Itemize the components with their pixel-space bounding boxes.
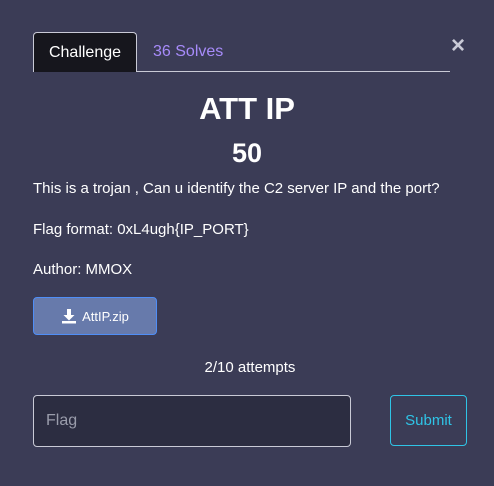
author-text: Author: MMOX [33, 261, 133, 278]
challenge-description: This is a trojan , Can u identify the C2… [33, 180, 440, 197]
tab-solves[interactable]: 36 Solves [153, 32, 223, 72]
download-file-label: AttIP.zip [82, 308, 129, 324]
flag-input[interactable] [33, 395, 351, 447]
challenge-points: 50 [231, 138, 263, 168]
download-file-button[interactable]: AttIP.zip [33, 297, 157, 335]
flag-format-text: Flag format: 0xL4ugh{IP_PORT} [33, 221, 249, 238]
close-icon[interactable]: × [449, 34, 467, 58]
download-icon [62, 309, 77, 324]
tab-bar: Challenge 36 Solves [33, 32, 450, 72]
challenge-modal: Challenge 36 Solves × ATT IP 50 This is … [0, 0, 494, 486]
tab-challenge[interactable]: Challenge [33, 32, 137, 72]
challenge-title: ATT IP [199, 91, 295, 126]
attempts-counter: 2/10 attempts [204, 359, 296, 376]
submit-button[interactable]: Submit [390, 395, 467, 446]
